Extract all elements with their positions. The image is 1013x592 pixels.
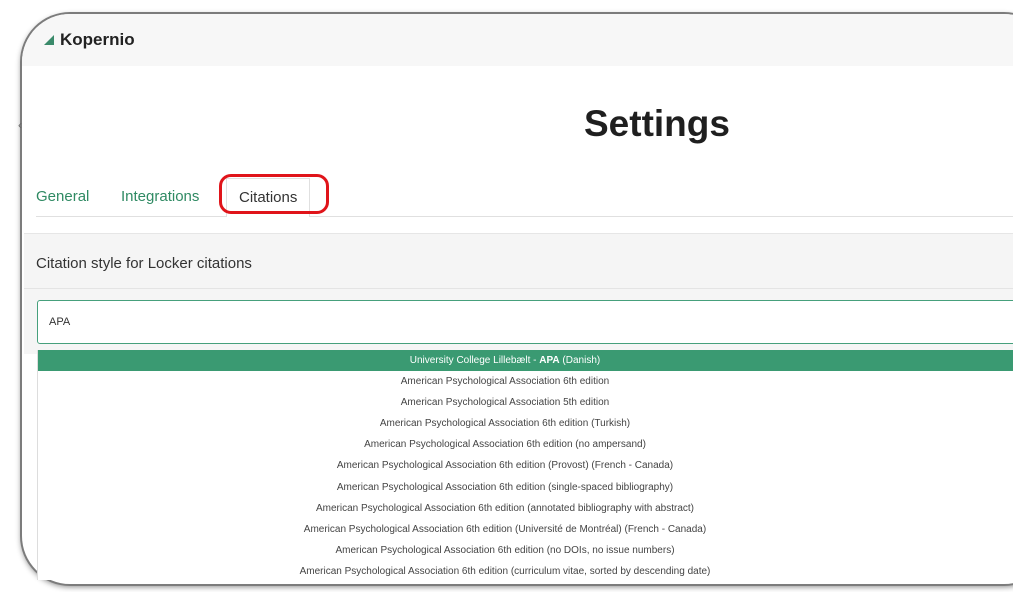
kopernio-logo-icon: [44, 35, 54, 45]
tab-general[interactable]: General: [36, 188, 89, 205]
option-text: American Psychological Association 6th e…: [379, 418, 631, 430]
citation-style-option[interactable]: American Psychological Association 6th e…: [38, 519, 1013, 540]
tab-integrations[interactable]: Integrations: [121, 188, 199, 205]
collapse-arrow-icon[interactable]: ‹: [18, 118, 22, 132]
option-suffix-text: (Danish): [559, 355, 601, 366]
citation-style-option[interactable]: American Psychological Association 6th e…: [38, 540, 1013, 561]
citation-style-option[interactable]: American Psychological Association 6th e…: [38, 371, 1013, 392]
option-match-text: APA: [539, 355, 560, 366]
option-text: American Psychological Association 6th e…: [364, 439, 646, 451]
option-text: American Psychological Association 6th e…: [400, 376, 610, 388]
citations-tab-highlight-ring: [219, 174, 329, 214]
citation-style-option[interactable]: University College Lillebælt - APA (Dani…: [38, 350, 1013, 372]
screenshot-stage: Kopernio ‹ Settings General Integrations…: [0, 0, 1013, 592]
citation-style-search-input[interactable]: [37, 300, 1013, 344]
top-bar: [22, 14, 1013, 66]
citation-style-option[interactable]: American Psychological Association 6th e…: [38, 561, 1013, 582]
brand[interactable]: Kopernio: [44, 30, 135, 50]
option-text: University College Lillebælt -: [409, 355, 540, 366]
citation-style-label: Citation style for Locker citations: [36, 255, 252, 272]
page-title: Settings: [584, 103, 730, 144]
citation-style-option[interactable]: American Psychological Association 6th e…: [38, 413, 1013, 434]
option-text: American Psychological Association 6th e…: [336, 481, 674, 493]
panel-divider: [24, 288, 1013, 289]
settings-tabs: General Integrations Citations: [36, 178, 1013, 217]
citation-style-option[interactable]: American Psychological Association 6th e…: [38, 455, 1013, 476]
option-text: American Psychological Association 5th e…: [400, 397, 610, 409]
citation-style-option[interactable]: American Psychological Association 6th e…: [38, 434, 1013, 455]
option-text: American Psychological Association 6th e…: [335, 544, 675, 556]
citation-style-option[interactable]: American Psychological Association 5th e…: [38, 392, 1013, 413]
option-text: American Psychological Association 6th e…: [303, 523, 707, 535]
citation-style-dropdown: University College Lillebælt - APA (Dani…: [37, 350, 1013, 580]
option-text: American Psychological Association 6th e…: [299, 565, 711, 577]
option-text: American Psychological Association 6th e…: [336, 460, 674, 472]
option-text: American Psychological Association 6th e…: [316, 502, 694, 514]
brand-name: Kopernio: [60, 30, 135, 49]
citation-style-option[interactable]: American Psychological Association 6th e…: [38, 477, 1013, 498]
citation-style-option[interactable]: American Psychological Association 6th e…: [38, 498, 1013, 519]
